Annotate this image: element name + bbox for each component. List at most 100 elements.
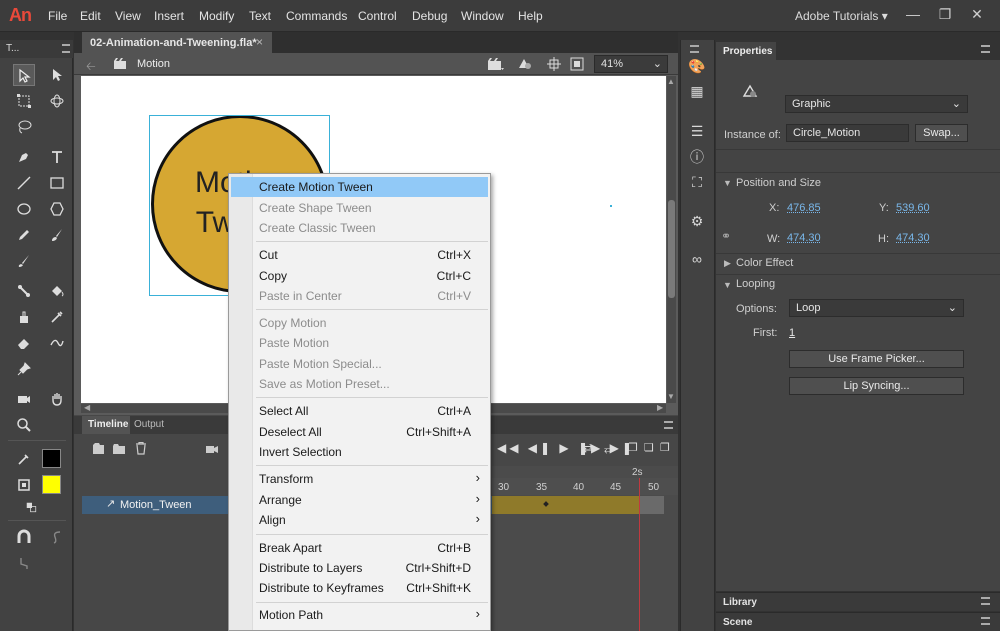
scene-panel-bar[interactable] xyxy=(716,612,1000,631)
menu-item-copy[interactable]: Copy Ctrl+C xyxy=(231,266,488,286)
use-frame-picker-button[interactable]: Use Frame Picker... xyxy=(789,350,964,368)
menu-window[interactable]: Window xyxy=(461,9,504,23)
zoom-tool-icon[interactable] xyxy=(13,414,35,436)
position-size-title[interactable]: Position and Size xyxy=(736,177,821,189)
workspace-switcher[interactable]: Adobe Tutorials ▾ xyxy=(795,9,888,23)
swap-colors-icon[interactable] xyxy=(24,498,40,514)
menu-item-create-shape-tween[interactable]: Create Shape Tween xyxy=(231,198,488,218)
text-tool-icon[interactable] xyxy=(46,146,68,168)
back-arrow-icon[interactable]: 🡠 xyxy=(86,57,100,73)
camera-tool-icon[interactable] xyxy=(13,388,35,410)
bone-tool-icon[interactable] xyxy=(13,280,35,302)
selection-tool-icon[interactable] xyxy=(13,64,35,86)
panel-menu-icon[interactable] xyxy=(62,44,70,53)
menu-help[interactable]: Help xyxy=(518,9,543,23)
loop-options-select[interactable]: Loop ⌄ xyxy=(789,299,964,317)
polystar-tool-icon[interactable] xyxy=(46,198,68,220)
tween-span[interactable] xyxy=(492,496,639,514)
menu-item-arrange[interactable]: Arrange › xyxy=(231,490,488,510)
w-value[interactable]: 474.30 xyxy=(787,232,821,244)
snap-to-objects-icon[interactable] xyxy=(13,526,35,548)
menu-view[interactable]: View xyxy=(115,9,141,23)
cc-libraries-icon[interactable]: ∞ xyxy=(688,250,706,268)
eraser-tool-icon[interactable] xyxy=(13,332,35,354)
menu-item-transform[interactable]: Transform › xyxy=(231,469,488,489)
scene-menu-icon[interactable] xyxy=(981,617,990,625)
menu-item-copy-motion[interactable]: Copy Motion xyxy=(231,313,488,333)
first-frame-value[interactable]: 1 xyxy=(789,327,795,339)
menu-debug[interactable]: Debug xyxy=(412,9,447,23)
scroll-right-icon[interactable]: ▶ xyxy=(657,403,663,412)
stroke-color-swatch[interactable] xyxy=(42,449,61,468)
menu-control[interactable]: Control xyxy=(358,9,397,23)
chevron-down-icon[interactable]: ▼ xyxy=(723,280,732,290)
menu-item-cut[interactable]: Cut Ctrl+X xyxy=(231,245,488,265)
fill-color-swatch[interactable] xyxy=(42,475,61,494)
properties-menu-icon[interactable] xyxy=(981,45,990,53)
swap-button[interactable]: Swap... xyxy=(915,124,968,142)
info-panel-icon[interactable]: ⓘ xyxy=(688,148,706,166)
3d-rotation-tool-icon[interactable] xyxy=(46,90,68,112)
smooth-icon[interactable] xyxy=(46,526,68,548)
menu-modify[interactable]: Modify xyxy=(199,9,234,23)
menu-item-distribute-to-layers[interactable]: Distribute to Layers Ctrl+Shift+D xyxy=(231,558,488,578)
loop-icon[interactable]: ⇄ xyxy=(583,441,593,455)
eyedropper-tool-icon[interactable] xyxy=(46,306,68,328)
y-value[interactable]: 539.60 xyxy=(896,202,930,214)
color-panel-icon[interactable]: 🎨 xyxy=(688,57,706,75)
free-transform-tool-icon[interactable] xyxy=(13,90,35,112)
menu-item-deselect-all[interactable]: Deselect All Ctrl+Shift+A xyxy=(231,422,488,442)
library-tab-label[interactable]: Library xyxy=(723,597,757,608)
brush-tool-icon[interactable] xyxy=(13,250,35,272)
layer-name[interactable]: Motion_Tween xyxy=(120,499,192,511)
menu-text[interactable]: Text xyxy=(249,9,271,23)
menu-item-create-classic-tween[interactable]: Create Classic Tween xyxy=(231,218,488,238)
playhead[interactable] xyxy=(639,478,640,631)
rectangle-tool-icon[interactable] xyxy=(46,172,68,194)
scene-name[interactable]: Motion xyxy=(137,58,170,70)
strip-menu-icon[interactable] xyxy=(690,45,699,53)
menu-item-align[interactable]: Align › xyxy=(231,510,488,530)
tab-output[interactable]: Output xyxy=(134,419,164,430)
menu-item-create-motion-tween[interactable]: Create Motion Tween xyxy=(231,177,488,197)
pin-tool-icon[interactable] xyxy=(13,358,35,380)
paint-bucket-tool-icon[interactable] xyxy=(46,280,68,302)
playback-controls[interactable]: ◀◀ ◀❚ ▶ ❚▶ ▶❚ xyxy=(497,441,635,455)
close-window-icon[interactable]: ✕ xyxy=(962,3,992,25)
maximize-icon[interactable]: ❐ xyxy=(930,3,960,25)
tab-timeline[interactable]: Timeline xyxy=(82,416,130,434)
line-tool-icon[interactable] xyxy=(13,172,35,194)
ink-bottle-tool-icon[interactable] xyxy=(13,306,35,328)
timeline-panel-menu-icon[interactable] xyxy=(664,421,673,429)
onion-skin-outlines-icon[interactable]: ❏ xyxy=(644,441,654,454)
width-tool-icon[interactable] xyxy=(46,332,68,354)
menu-item-paste-motion-special[interactable]: Paste Motion Special... xyxy=(231,354,488,374)
chevron-right-icon[interactable]: ▶ xyxy=(724,258,731,269)
color-effect-title[interactable]: Color Effect xyxy=(736,257,793,269)
subselection-tool-icon[interactable] xyxy=(46,64,68,86)
looping-title[interactable]: Looping xyxy=(736,278,775,290)
edit-multiple-frames-icon[interactable]: ❐ xyxy=(660,441,670,454)
menu-item-save-motion-preset[interactable]: Save as Motion Preset... xyxy=(231,374,488,394)
camera-layer-icon[interactable] xyxy=(205,443,219,455)
transform-panel-icon[interactable]: ⛶ xyxy=(688,173,706,191)
paint-brush-tool-icon[interactable] xyxy=(46,224,68,246)
menu-item-distribute-to-keyframes[interactable]: Distribute to Keyframes Ctrl+Shift+K xyxy=(231,578,488,598)
x-value[interactable]: 476.85 xyxy=(787,202,821,214)
clip-content-icon[interactable] xyxy=(569,56,585,72)
pencil-tool-icon[interactable] xyxy=(13,224,35,246)
straighten-icon[interactable] xyxy=(13,552,35,574)
library-menu-icon[interactable] xyxy=(981,597,990,605)
menu-item-break-apart[interactable]: Break Apart Ctrl+B xyxy=(231,538,488,558)
menu-insert[interactable]: Insert xyxy=(154,9,184,23)
scene-tab-label[interactable]: Scene xyxy=(723,617,752,628)
onion-skin-icon[interactable]: ❐ xyxy=(628,441,638,454)
components-panel-icon[interactable]: ⚙ xyxy=(688,212,706,230)
lasso-tool-icon[interactable] xyxy=(13,116,35,138)
vertical-scrollbar-thumb[interactable] xyxy=(668,200,675,298)
menu-commands[interactable]: Commands xyxy=(286,9,347,23)
symbol-type-select[interactable]: Graphic ⌄ xyxy=(785,95,968,113)
minimize-icon[interactable]: — xyxy=(898,3,928,25)
menu-file[interactable]: File xyxy=(48,9,67,23)
instance-of-field[interactable]: Circle_Motion xyxy=(786,124,909,142)
